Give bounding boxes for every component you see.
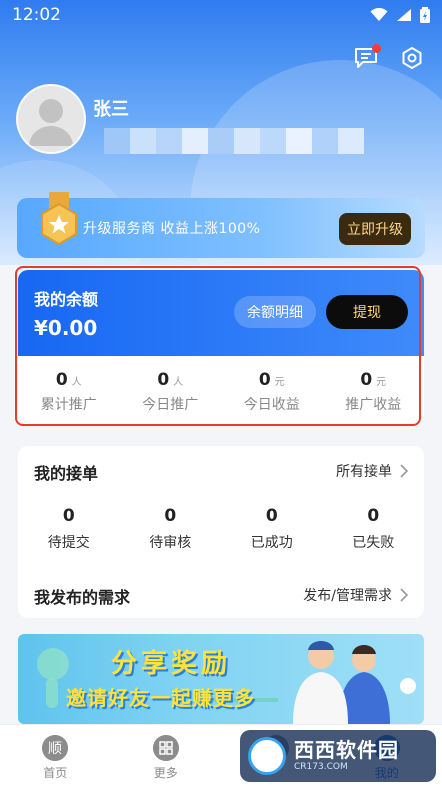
- header-actions: [352, 44, 426, 72]
- manage-needs-link[interactable]: 发布/管理需求: [303, 585, 408, 605]
- order-status-label: 待审核: [120, 532, 222, 552]
- order-pending-review[interactable]: 0 待审核: [120, 506, 222, 552]
- manage-needs-label: 发布/管理需求: [303, 585, 392, 605]
- upgrade-now-button[interactable]: 立即升级: [339, 213, 411, 245]
- battery-icon: [420, 7, 430, 23]
- blurred-user-info: [104, 128, 364, 154]
- balance-detail-button[interactable]: 余额明细: [234, 296, 316, 328]
- tab-label: 首页: [43, 764, 67, 781]
- home-icon: 顺: [42, 735, 68, 761]
- stat-value: 0: [259, 370, 271, 390]
- grid-icon: [153, 735, 179, 761]
- orders-card: 我的接单 所有接单 0 待提交 0 待审核 0 已成功 0 已失败 我发布的需求…: [18, 446, 424, 618]
- stat-unit: 人: [72, 377, 82, 388]
- upgrade-text: 升级服务商 收益上涨100%: [83, 218, 260, 238]
- my-needs-title: 我发布的需求: [34, 584, 130, 608]
- balance-amount: ¥0.00: [34, 316, 97, 340]
- stat-label: 今日推广: [120, 394, 222, 414]
- banner-subtitle: 邀请好友一起赚更多: [66, 682, 255, 711]
- stat-today-promotion[interactable]: 0人 今日推广: [120, 370, 222, 414]
- notification-dot: [372, 44, 381, 53]
- withdraw-button[interactable]: 提现: [326, 295, 408, 329]
- tab-more[interactable]: 更多: [111, 725, 222, 787]
- default-avatar-icon: [18, 86, 84, 152]
- order-count: 0: [323, 506, 425, 526]
- user-name: 张三: [93, 95, 129, 121]
- message-button[interactable]: [352, 44, 380, 72]
- stat-label: 推广收益: [323, 394, 425, 414]
- site-watermark: 西西软件园 CR173.COM: [240, 730, 436, 782]
- stat-unit: 人: [173, 377, 183, 388]
- stat-today-income[interactable]: 0元 今日收益: [221, 370, 323, 414]
- promotion-stats: 0人 累计推广 0人 今日推广 0元 今日收益 0元 推广收益: [18, 370, 424, 414]
- order-status-stats: 0 待提交 0 待审核 0 已成功 0 已失败: [18, 506, 424, 552]
- share-reward-banner[interactable]: 分享奖励 邀请好友一起赚更多: [18, 634, 424, 724]
- medal-icon: [37, 192, 81, 252]
- order-count: 0: [120, 506, 222, 526]
- stat-unit: 元: [275, 377, 285, 388]
- order-count: 0: [18, 506, 120, 526]
- chevron-right-icon: [400, 588, 408, 602]
- stat-label: 累计推广: [18, 394, 120, 414]
- balance-title: 我的余额: [34, 286, 98, 310]
- tab-home[interactable]: 顺 首页: [0, 725, 111, 787]
- order-pending-submit[interactable]: 0 待提交: [18, 506, 120, 552]
- stat-unit: 元: [376, 377, 386, 388]
- svg-text:顺: 顺: [48, 741, 62, 757]
- stat-total-promotion[interactable]: 0人 累计推广: [18, 370, 120, 414]
- watermark-text: 西西软件园: [294, 740, 399, 760]
- status-icons: [370, 7, 430, 23]
- status-bar: 12:02: [0, 0, 442, 30]
- all-orders-link[interactable]: 所有接单: [336, 461, 408, 481]
- balance-header: 我的余额 ¥0.00 余额明细 提现: [18, 270, 424, 356]
- all-orders-label: 所有接单: [336, 461, 392, 481]
- watermark-logo-icon: [248, 737, 286, 775]
- banner-title: 分享奖励: [111, 643, 231, 680]
- order-succeeded[interactable]: 0 已成功: [221, 506, 323, 552]
- settings-button[interactable]: [398, 44, 426, 72]
- settings-icon: [400, 46, 424, 70]
- order-status-label: 已成功: [221, 532, 323, 552]
- upgrade-banner[interactable]: 升级服务商 收益上涨100% 立即升级: [17, 198, 425, 258]
- signal-icon: [396, 8, 412, 22]
- order-status-label: 已失败: [323, 532, 425, 552]
- watermark-url: CR173.COM: [294, 762, 399, 772]
- avatar[interactable]: [16, 84, 86, 154]
- status-time: 12:02: [12, 5, 61, 25]
- stat-value: 0: [157, 370, 169, 390]
- stat-value: 0: [360, 370, 372, 390]
- tab-label: 更多: [154, 764, 178, 781]
- stat-promotion-income[interactable]: 0元 推广收益: [323, 370, 425, 414]
- order-count: 0: [221, 506, 323, 526]
- orders-title: 我的接单: [34, 460, 98, 484]
- stat-label: 今日收益: [221, 394, 323, 414]
- wifi-icon: [370, 8, 388, 22]
- chevron-right-icon: [400, 464, 408, 478]
- order-status-label: 待提交: [18, 532, 120, 552]
- order-failed[interactable]: 0 已失败: [323, 506, 425, 552]
- balance-card: 我的余额 ¥0.00 余额明细 提现 0人 累计推广 0人 今日推广 0元 今日…: [18, 270, 424, 424]
- stat-value: 0: [56, 370, 68, 390]
